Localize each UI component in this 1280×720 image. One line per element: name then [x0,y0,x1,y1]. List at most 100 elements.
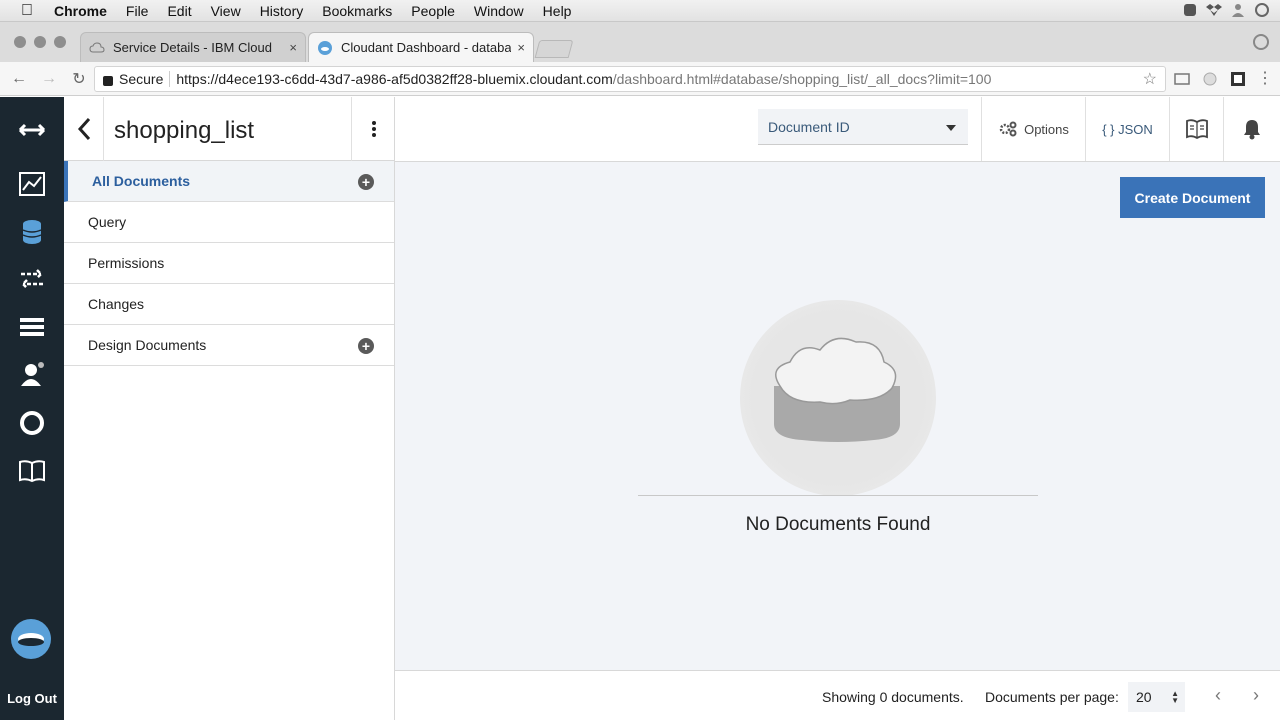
documentation-icon[interactable] [0,456,64,486]
url-field[interactable]: Secure https://d4ece193-c6dd-43d7-a986-a… [94,66,1166,92]
menu-view[interactable]: View [211,3,241,19]
monitoring-icon[interactable] [0,169,64,199]
close-window-button[interactable] [14,36,26,48]
sidebar-item-all-documents[interactable]: All Documents + [64,161,394,202]
menu-help[interactable]: Help [543,3,572,19]
sidebar-item-permissions[interactable]: Permissions [64,243,394,284]
secure-label: Secure [119,71,164,87]
evernote-icon[interactable] [1182,2,1198,18]
database-sidebar: All Documents + Query Permissions Change… [64,161,395,720]
new-tab-button[interactable] [534,40,574,58]
divider [169,71,171,87]
divider [638,495,1038,496]
documents-area: Create Document No Documents Found [395,162,1280,670]
create-document-button[interactable]: Create Document [1120,177,1265,218]
menu-edit[interactable]: Edit [167,3,191,19]
page-title: shopping_list [114,117,255,144]
menu-history[interactable]: History [260,3,304,19]
apple-icon[interactable]:  [0,2,54,20]
bookmark-star-icon[interactable]: ☆ [1143,69,1157,89]
tab-service-details[interactable]: Service Details - IBM Cloud × [80,32,306,62]
cloud-icon [89,41,105,52]
cast-icon[interactable] [1174,71,1190,87]
logout-link[interactable]: Log Out [0,691,64,706]
extra-icon[interactable] [1254,2,1270,18]
status-tray [1182,2,1270,18]
sidebar-item-label: Permissions [88,255,165,271]
replication-icon[interactable] [0,264,64,294]
reload-icon[interactable]: ↻ [64,69,94,89]
minimize-window-button[interactable] [34,36,46,48]
empty-database-icon [774,337,900,442]
per-page-value: 20 [1136,689,1152,705]
sidebar-item-design-documents[interactable]: Design Documents + [64,325,394,366]
url-path: /dashboard.html#database/shopping_list/_… [612,71,992,87]
menu-bookmarks[interactable]: Bookmarks [322,3,392,19]
avatar[interactable] [11,619,51,659]
chevron-left-icon [77,117,90,141]
account-icon[interactable] [0,359,64,389]
zoom-window-button[interactable] [54,36,66,48]
add-icon[interactable]: + [358,338,374,354]
book-icon [1185,119,1208,139]
lock-icon [103,76,113,86]
json-button[interactable]: { } JSON [1085,97,1169,161]
empty-message: No Documents Found [745,514,931,535]
menu-window[interactable]: Window [474,3,524,19]
updown-icon: ▲ ▼ [1171,689,1179,705]
tab-close-icon[interactable]: × [517,40,525,55]
per-page-select[interactable]: 20 ▲ ▼ [1128,682,1185,712]
sidebar-item-label: Changes [88,296,145,312]
sidebar-item-query[interactable]: Query [64,202,394,243]
tab-label: Service Details - IBM Cloud [113,40,272,55]
notifications-button[interactable] [1223,97,1280,161]
cloudant-icon [318,40,332,55]
back-arrow-icon[interactable]: ← [4,70,34,88]
pagination-footer: Showing 0 documents. Documents per page:… [395,670,1280,720]
sidebar-item-label: Query [88,214,127,230]
url-host: https://d4ece193-c6dd-43d7-a986-af5d0382… [176,71,613,87]
kebab-icon [371,121,376,137]
document-id-select[interactable]: Document ID [758,109,968,145]
database-header: shopping_list [64,97,395,161]
qr-extension-icon[interactable] [1230,71,1246,87]
menu-chrome[interactable]: Chrome [54,3,107,19]
showing-count: Showing 0 documents. [822,689,964,705]
address-bar: ← → ↻ Secure https://d4ece193-c6dd-43d7-… [0,62,1280,96]
browser-tabbar: Service Details - IBM Cloud × Cloudant D… [0,22,1280,62]
extension-icon[interactable] [1202,71,1218,87]
chrome-menu-icon[interactable]: ⋮ [1250,68,1280,88]
forward-arrow-icon[interactable]: → [34,70,64,88]
select-value: Document ID [768,119,850,135]
database-menu-button[interactable] [351,97,395,161]
user-icon[interactable] [1230,2,1246,18]
active-tasks-icon[interactable] [0,312,64,342]
previous-page-icon[interactable]: ‹ [1215,685,1221,706]
menu-file[interactable]: File [126,3,149,19]
databases-arrows-icon[interactable] [0,115,64,145]
json-label: { } JSON [1102,121,1153,137]
menu-people[interactable]: People [411,3,455,19]
tab-cloudant-dashboard[interactable]: Cloudant Dashboard - databas × [308,32,534,62]
left-navigation: Log Out [0,97,64,720]
empty-state-circle [740,300,936,496]
toolbar: Document ID Options { } JSON [395,97,1280,162]
next-page-icon[interactable]: › [1253,685,1259,706]
sidebar-item-label: All Documents [92,173,191,189]
options-button[interactable]: Options [981,97,1085,161]
sidebar-item-label: Design Documents [88,337,207,353]
bell-icon [1244,120,1260,140]
api-reference-button[interactable] [1169,97,1223,161]
tab-close-icon[interactable]: × [289,40,297,55]
support-icon[interactable] [0,408,64,438]
gears-icon [999,121,1017,137]
add-icon[interactable]: + [358,174,374,190]
sidebar-item-changes[interactable]: Changes [64,284,394,325]
caret-down-icon [946,125,956,131]
dropbox-icon[interactable] [1206,2,1222,18]
databases-icon[interactable] [0,217,64,247]
profile-icon[interactable] [1253,34,1269,50]
options-label: Options [1024,121,1069,137]
per-page-label: Documents per page: [985,689,1119,705]
back-button[interactable] [64,97,104,161]
